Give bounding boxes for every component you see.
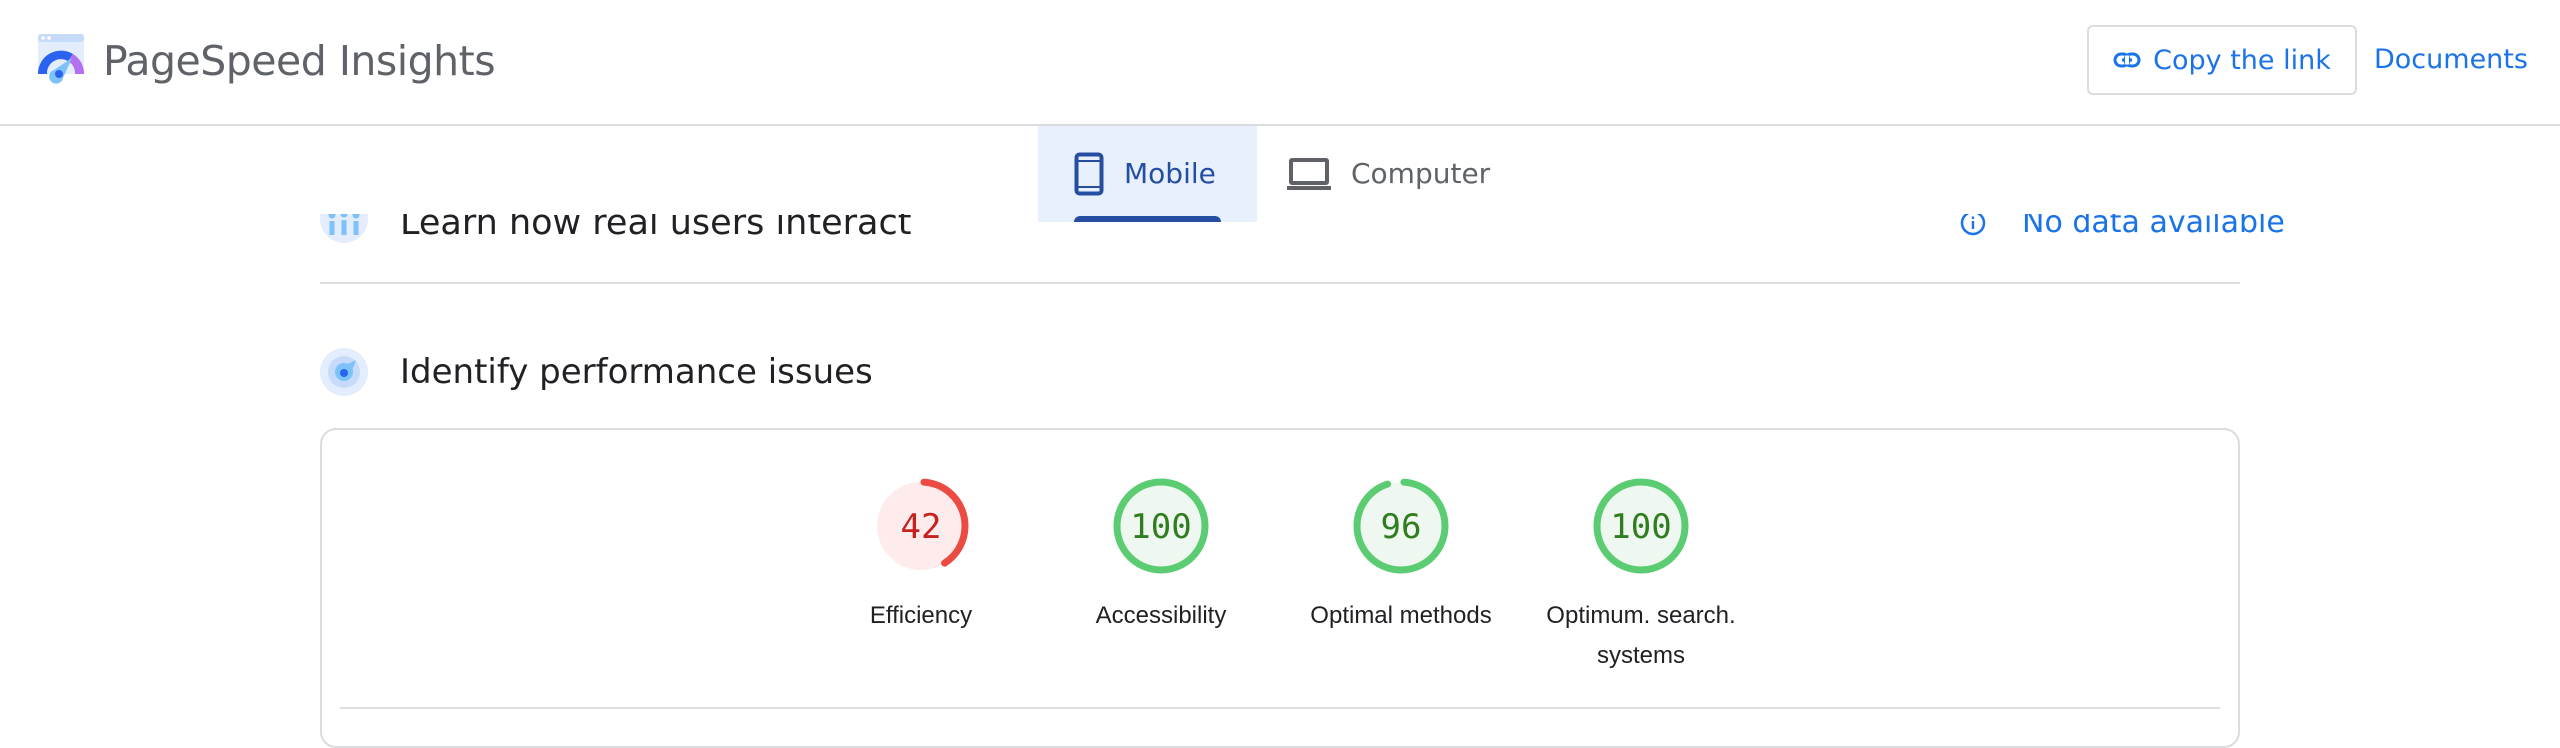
score-value: 100 bbox=[1610, 507, 1671, 547]
score-ring: 100 bbox=[1113, 478, 1209, 574]
pagespeed-logo-icon bbox=[37, 34, 85, 84]
link-icon bbox=[2113, 52, 2141, 68]
tab-computer-label: Computer bbox=[1351, 157, 1491, 190]
score-ring: 96 bbox=[1353, 478, 1449, 574]
top-header: PageSpeed Insights Copy the link Documen… bbox=[0, 0, 2560, 126]
score-gauge-efficiency[interactable]: 42 Efficiency bbox=[801, 476, 1041, 636]
section-divider bbox=[320, 282, 2240, 284]
score-ring: 100 bbox=[1593, 478, 1689, 574]
score-value: 42 bbox=[901, 507, 942, 547]
laptop-icon bbox=[1287, 157, 1331, 190]
tab-mobile-label: Mobile bbox=[1124, 157, 1216, 190]
lab-section-title: Identify performance issues bbox=[400, 352, 873, 392]
score-value: 96 bbox=[1381, 507, 1422, 547]
card-divider bbox=[340, 707, 2220, 709]
score-label: Optimal methods bbox=[1310, 602, 1492, 629]
app-title: PageSpeed Insights bbox=[103, 37, 496, 85]
score-gauge-optimal-methods[interactable]: 96 Optimal methods bbox=[1281, 476, 1521, 636]
score-label: Efficiency bbox=[869, 602, 973, 629]
score-ring: 42 bbox=[873, 478, 969, 574]
score-label: Optimum. search. systems bbox=[1546, 602, 1736, 669]
copy-link-label: Copy the link bbox=[2153, 44, 2331, 76]
active-tab-indicator bbox=[1074, 216, 1221, 222]
score-label: Accessibility bbox=[1095, 602, 1227, 629]
score-value: 100 bbox=[1130, 507, 1191, 547]
scores-card: 42 Efficiency 100 Accessibility 96 Optimal me… bbox=[320, 428, 2240, 748]
tab-mobile[interactable]: Mobile bbox=[1038, 125, 1257, 222]
smartphone-icon bbox=[1074, 152, 1104, 195]
speed-gauge-icon bbox=[320, 348, 368, 396]
device-tabs: Mobile Computer bbox=[1038, 125, 1527, 222]
score-gauge-optimum-search-systems[interactable]: 100 Optimum. search. systems bbox=[1521, 476, 1761, 676]
tab-computer[interactable]: Computer bbox=[1257, 125, 1527, 222]
score-gauge-accessibility[interactable]: 100 Accessibility bbox=[1041, 476, 1281, 636]
copy-link-button[interactable]: Copy the link bbox=[2087, 25, 2357, 95]
documents-link[interactable]: Documents bbox=[2374, 38, 2528, 82]
